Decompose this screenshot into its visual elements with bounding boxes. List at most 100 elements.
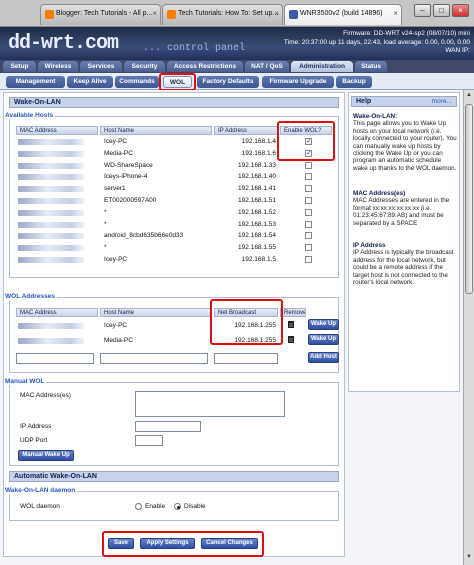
subtab-factory-defaults[interactable]: Factory Defaults: [197, 76, 259, 88]
ip-address-cell: 192.168.1.53: [238, 220, 276, 228]
host-name-cell: Media-PC: [104, 337, 133, 344]
ip-address-cell: 192.168.1.51: [238, 197, 276, 204]
host-name-cell: server1: [104, 185, 126, 193]
tab-setup[interactable]: Setup: [3, 61, 36, 72]
browser-tab-blogger[interactable]: Blogger: Tech Tutorials - All p... ×: [40, 4, 161, 25]
udp-port-label: UDP Port: [20, 437, 48, 444]
tab-status[interactable]: Status: [355, 61, 387, 72]
enable-wol-checkbox[interactable]: [305, 197, 312, 204]
close-icon[interactable]: ×: [393, 9, 398, 18]
tab-nat-qos[interactable]: NAT / QoS: [245, 61, 289, 72]
host-name-cell: *: [104, 208, 107, 216]
subtab-backup[interactable]: Backup: [336, 76, 372, 88]
tab-services[interactable]: Services: [80, 61, 122, 72]
page-body: Wake-On-LAN Available Hosts MAC Address …: [0, 90, 474, 565]
help-title-bar: Help more...: [351, 96, 457, 107]
page-scrollbar[interactable]: ▲ ▼: [463, 90, 474, 565]
trash-icon[interactable]: [288, 336, 294, 343]
mac-address-redacted: [18, 233, 84, 240]
tab-access-restrictions[interactable]: Access Restrictions: [167, 61, 243, 72]
buttons-highlight: [102, 531, 264, 557]
manual-mac-textarea[interactable]: [135, 391, 285, 417]
trash-icon[interactable]: [288, 321, 294, 328]
host-name-cell: Icey-PC: [104, 322, 128, 329]
ip-address-cell: 192.168.1.4: [241, 138, 276, 145]
help-text: This page allows you to Wake Up hosts on…: [353, 120, 457, 172]
manual-wake-up-button[interactable]: Manual Wake Up: [18, 450, 74, 461]
ip-address-cell: 192.168.1.41: [238, 185, 276, 193]
browser-tab-strip: Blogger: Tech Tutorials - All p... × Tec…: [0, 0, 474, 27]
control-panel-tagline: ... control panel: [143, 43, 246, 54]
daemon-enable-radio[interactable]: [135, 503, 142, 510]
wol-daemon-label: WOL daemon: [20, 503, 60, 510]
close-icon[interactable]: ×: [274, 9, 279, 18]
daemon-enable-label: Enable: [145, 503, 166, 510]
mac-address-redacted: [18, 323, 84, 329]
ip-address-cell: 192.168.1.40: [238, 173, 276, 181]
new-broadcast-input[interactable]: [214, 353, 278, 364]
help-text: MAC Addresses are entered in the format …: [353, 197, 450, 227]
blogger-icon: [167, 10, 176, 19]
ip-address-cell: 192.168.1.33: [238, 161, 276, 169]
ddwrt-icon: [289, 10, 298, 19]
subtab-management[interactable]: Management: [6, 76, 65, 88]
host-name-cell: Icey-PC: [104, 256, 128, 263]
wol-daemon-legend: Wake-On-LAN daemon: [5, 487, 78, 494]
new-mac-input[interactable]: [16, 353, 94, 364]
tab-label: Tech Tutorials: How To: Set up...: [178, 10, 279, 17]
maximize-button[interactable]: □: [433, 4, 450, 17]
mac-address-redacted: [18, 174, 84, 181]
subtab-firmware-upgrade[interactable]: Firmware Upgrade: [262, 76, 334, 88]
tab-wireless[interactable]: Wireless: [38, 61, 78, 72]
scroll-down-icon[interactable]: ▼: [465, 554, 473, 563]
daemon-disable-label: Disable: [184, 503, 206, 510]
mac-address-redacted: [18, 186, 84, 193]
new-host-name-input[interactable]: [100, 353, 208, 364]
section-title-wake-on-lan: Wake-On-LAN: [9, 97, 339, 108]
close-window-button[interactable]: ×: [452, 4, 469, 17]
ip-address-cell: 192.168.1.52: [238, 208, 276, 216]
help-panel: Help more... Wake-On-LAN: This page allo…: [348, 92, 460, 392]
help-more-link[interactable]: more...: [432, 98, 452, 105]
browser-tab-wnr3500[interactable]: WNR3500v2 (build 14896) ×: [284, 4, 402, 25]
host-name-cell: Icey-PC: [104, 138, 128, 145]
tab-label: Blogger: Tech Tutorials - All p...: [56, 10, 153, 17]
sub-navigation: Management Keep Alive Commands WOL Facto…: [0, 73, 474, 91]
ip-address-cell: 192.168.1.6: [241, 149, 276, 157]
tab-administration[interactable]: Administration: [291, 61, 353, 72]
ip-address-cell: 192.168.1.55: [238, 244, 276, 252]
enable-wol-checkbox[interactable]: [305, 244, 312, 252]
browser-tab-tech-tutorials[interactable]: Tech Tutorials: How To: Set up... ×: [162, 4, 283, 25]
close-icon[interactable]: ×: [152, 9, 157, 18]
col-mac-address: MAC Address: [16, 308, 98, 317]
wake-up-button[interactable]: Wake Up: [308, 334, 339, 345]
enable-wol-checkbox[interactable]: [305, 208, 312, 216]
firmware-version: Firmware: DD-WRT v24-sp2 (08/07/10) mini: [343, 30, 470, 37]
minimize-button[interactable]: –: [414, 4, 431, 17]
add-host-button[interactable]: Add Host: [308, 352, 339, 363]
enable-wol-checkbox[interactable]: [305, 220, 312, 228]
enable-wol-checkbox[interactable]: [305, 185, 312, 193]
help-heading: Wake-On-LAN:: [353, 113, 398, 120]
mac-address-redacted: [18, 257, 84, 263]
firmware-info: Firmware: DD-WRT v24-sp2 (08/07/10) mini…: [284, 30, 470, 56]
enable-wol-checkbox[interactable]: [305, 161, 312, 169]
enable-wol-checkbox[interactable]: [305, 256, 312, 263]
ddwrt-header: dd-wrt.com ... control panel Firmware: D…: [0, 27, 474, 60]
subtab-keep-alive[interactable]: Keep Alive: [67, 76, 113, 88]
net-broadcast-highlight: [210, 299, 283, 345]
enable-wol-checkbox[interactable]: [305, 232, 312, 240]
col-host-name: Host Name: [100, 308, 212, 317]
help-title: Help: [356, 98, 372, 105]
scroll-up-icon[interactable]: ▲: [465, 92, 473, 101]
scrollbar-thumb[interactable]: [465, 104, 473, 294]
tab-security[interactable]: Security: [124, 61, 165, 72]
ip-address-cell: 192.168.1.5: [241, 256, 276, 263]
wake-up-button[interactable]: Wake Up: [308, 319, 339, 330]
manual-port-input[interactable]: [135, 435, 163, 446]
help-text: IP Address is typically the broadcast ad…: [353, 249, 454, 287]
daemon-disable-radio[interactable]: [174, 503, 181, 510]
manual-ip-input[interactable]: [135, 421, 201, 432]
subtab-commands[interactable]: Commands: [115, 76, 159, 88]
enable-wol-checkbox[interactable]: [305, 173, 312, 181]
